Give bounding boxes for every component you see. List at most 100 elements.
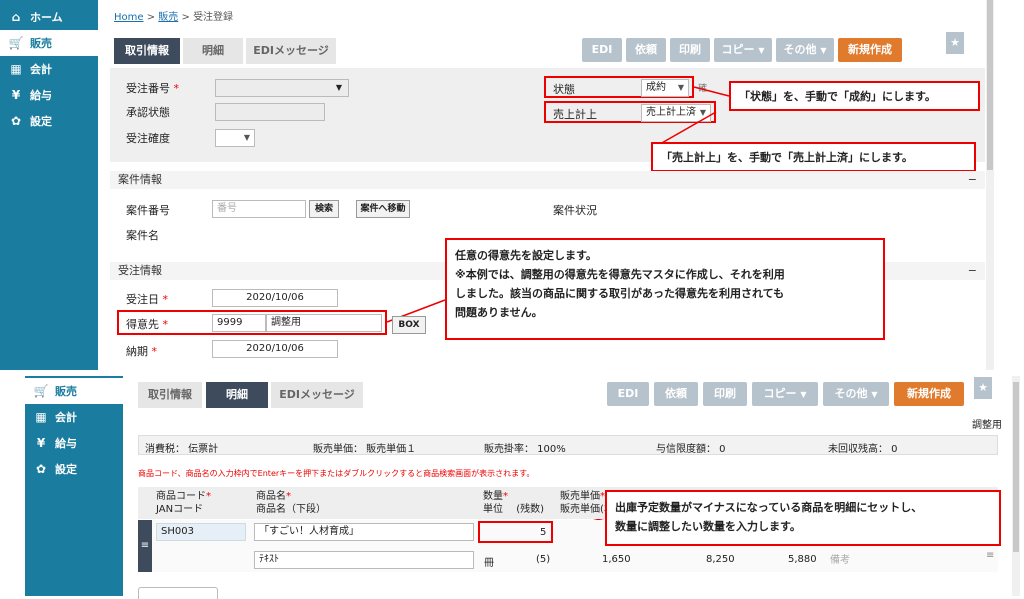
quantity-callout-line: 数量に調整したい数量を入力します。 bbox=[615, 520, 801, 533]
moneybag-icon: ¥ bbox=[36, 436, 46, 450]
col-name-text: 商品名 bbox=[256, 491, 286, 502]
project-info-header[interactable]: 案件情報 − bbox=[110, 171, 985, 189]
col-qty-text: 数量 bbox=[483, 491, 503, 502]
top-scrollbar[interactable] bbox=[986, 0, 994, 370]
sidebar-item-settings[interactable]: ✿ 設定 bbox=[25, 456, 123, 482]
product-name-field[interactable]: 「すごい！人材育成」 bbox=[254, 523, 474, 541]
quantity-callout: 出庫予定数量がマイナスになっている商品を明細にセットし、 数量に調整したい数量を… bbox=[605, 490, 1001, 546]
sidebar-item-sales[interactable]: 🛒 販売 bbox=[25, 378, 123, 404]
sidebar-item-label: 給与 bbox=[55, 437, 77, 450]
tax-info: 消費税： 伝票計 bbox=[145, 444, 219, 455]
customer-callout-line: 任意の得意先を設定します。 bbox=[455, 249, 597, 262]
chevron-down-icon: ▼ bbox=[800, 390, 807, 399]
order-info-title: 受注情報 bbox=[118, 264, 162, 277]
unit-value: 冊 bbox=[484, 558, 494, 569]
other-label: その他 bbox=[834, 387, 868, 400]
col-remain-text: (残数) bbox=[516, 504, 544, 515]
chevron-down-icon: ▼ bbox=[871, 390, 878, 399]
order-date-text: 受注日 bbox=[126, 293, 159, 306]
unit-price-info: 販売単価： 販売単価１ bbox=[313, 444, 417, 455]
new-create-button[interactable]: 新規作成 bbox=[894, 382, 964, 406]
sidebar-item-label: 設定 bbox=[55, 463, 77, 476]
bottom-scrollbar[interactable] bbox=[1012, 376, 1020, 596]
sidebar-item-accounting[interactable]: ▦ 会計 bbox=[25, 404, 123, 430]
required-mark: * bbox=[159, 318, 168, 331]
customer-name-field[interactable]: 調整用 bbox=[266, 314, 382, 332]
required-mark: * bbox=[148, 345, 157, 358]
customer-callout-line: しました。該当の商品に関する取引があった得意先を利用されても bbox=[455, 287, 785, 300]
order-date-label: 受注日 * bbox=[126, 291, 168, 307]
favorite-star-icon[interactable]: ★ bbox=[974, 377, 992, 399]
delivery-field[interactable]: 2020/10/06 bbox=[212, 340, 338, 358]
remain-value: (5) bbox=[536, 554, 551, 565]
product-code-field[interactable]: SH003 bbox=[156, 523, 246, 541]
customer-callout-line: 問題ありません。 bbox=[455, 306, 543, 319]
customer-box-button[interactable]: BOX bbox=[392, 316, 426, 334]
edi-button[interactable]: EDI bbox=[607, 382, 649, 406]
sidebar-item-payroll[interactable]: ¥ 給与 bbox=[25, 430, 123, 456]
sales-callout: 「売上計上」を、手動で「売上計上済」にします。 bbox=[651, 142, 976, 172]
cart-icon: 🛒 bbox=[33, 384, 49, 398]
customer-callout-line: ※本例では、調整用の得意先を得意先マスタに作成し、それを利用 bbox=[455, 268, 785, 281]
print-button[interactable]: 印刷 bbox=[703, 382, 747, 406]
product-name2-field[interactable]: ﾃｷｽﾄ bbox=[254, 551, 474, 569]
rate-info: 販売掛率： 100% bbox=[484, 444, 566, 455]
project-info-title: 案件情報 bbox=[118, 173, 162, 186]
request-button[interactable]: 依頼 bbox=[654, 382, 698, 406]
bottom-sidebar: 🛒 販売 ▦ 会計 ¥ 給与 ✿ 設定 bbox=[25, 376, 123, 596]
customer-code-field[interactable]: 9999 bbox=[212, 314, 266, 332]
project-move-button[interactable]: 案件へ移動 bbox=[356, 200, 410, 218]
tab-edi-message[interactable]: EDIメッセージ bbox=[271, 382, 363, 408]
col-qty-header: 数量* 単位 (残数) bbox=[483, 490, 544, 516]
delivery-label: 納期 * bbox=[126, 343, 157, 359]
delivery-text: 納期 bbox=[126, 345, 148, 358]
project-name-label: 案件名 bbox=[126, 229, 159, 242]
quantity-value[interactable]: 5 bbox=[540, 527, 546, 538]
col-code-header: 商品コード* JANコード bbox=[156, 490, 211, 516]
collapse-icon[interactable]: − bbox=[968, 262, 977, 280]
quantity-callout-line: 出庫予定数量がマイナスになっている商品を明細にセットし、 bbox=[615, 501, 923, 514]
memo-field[interactable]: 備考 bbox=[830, 551, 850, 566]
project-no-input[interactable]: 番号 bbox=[212, 200, 306, 218]
collapse-icon[interactable]: − bbox=[968, 171, 977, 189]
add-row-button[interactable] bbox=[138, 587, 218, 599]
customer-tag: 調整用 bbox=[972, 420, 1002, 431]
row-drag-handle[interactable]: ≡ bbox=[138, 520, 152, 572]
customer-label: 得意先 * bbox=[126, 316, 168, 332]
tab-transaction[interactable]: 取引情報 bbox=[138, 382, 202, 408]
sidebar-item-label: 販売 bbox=[55, 385, 77, 398]
bottom-scrollbar-thumb[interactable] bbox=[1013, 382, 1019, 552]
project-search-button[interactable]: 検索 bbox=[309, 200, 339, 218]
cost-value: 5,880 bbox=[788, 554, 817, 565]
row-menu-icon[interactable]: ≡ bbox=[986, 550, 994, 561]
col-name-header: 商品名* 商品名（下段） bbox=[256, 490, 326, 516]
required-mark: * bbox=[503, 491, 508, 502]
copy-label: コピー bbox=[763, 387, 797, 400]
customer-text: 得意先 bbox=[126, 318, 159, 331]
order-date-field[interactable]: 2020/10/06 bbox=[212, 289, 338, 307]
status-callout: 「状態」を、手動で「成約」にします。 bbox=[729, 81, 980, 111]
amount-value: 8,250 bbox=[706, 554, 735, 565]
gear-icon: ✿ bbox=[35, 462, 47, 476]
calculator-icon: ▦ bbox=[35, 410, 47, 424]
project-no-label: 案件番号 bbox=[126, 204, 170, 217]
col-name2-text: 商品名（下段） bbox=[256, 504, 326, 515]
required-mark: * bbox=[206, 491, 211, 502]
col-code-text: 商品コード bbox=[156, 491, 206, 502]
unpaid-info: 未回収残高： 0 bbox=[828, 444, 898, 455]
col-price-text: 販売単価 bbox=[560, 491, 600, 502]
col-jan-text: JANコード bbox=[156, 504, 204, 515]
customer-callout: 任意の得意先を設定します。 ※本例では、調整用の得意先を得意先マスタに作成し、そ… bbox=[445, 238, 885, 340]
copy-button[interactable]: コピー ▼ bbox=[752, 382, 818, 406]
other-button[interactable]: その他 ▼ bbox=[823, 382, 889, 406]
sidebar-item-label: 会計 bbox=[55, 411, 77, 424]
project-status-label: 案件状況 bbox=[553, 204, 597, 217]
required-mark: * bbox=[159, 293, 168, 306]
price-value: 1,650 bbox=[602, 554, 631, 565]
input-hint: 商品コード、商品名の入力枠内でEnterキーを押下またはダブルクリックすると商品… bbox=[138, 469, 535, 478]
tab-details[interactable]: 明細 bbox=[206, 382, 268, 408]
top-scrollbar-thumb[interactable] bbox=[987, 0, 993, 170]
required-mark: * bbox=[286, 491, 291, 502]
col-unit-text: 単位 bbox=[483, 504, 503, 515]
credit-info: 与信限度額： 0 bbox=[656, 444, 726, 455]
